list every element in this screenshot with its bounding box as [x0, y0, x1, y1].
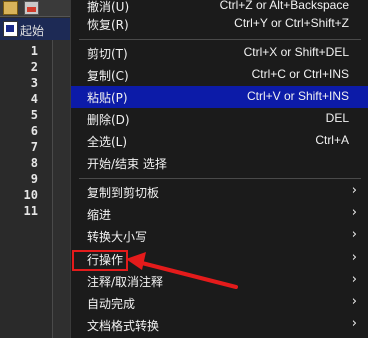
annotation-arrow-icon [126, 252, 238, 289]
